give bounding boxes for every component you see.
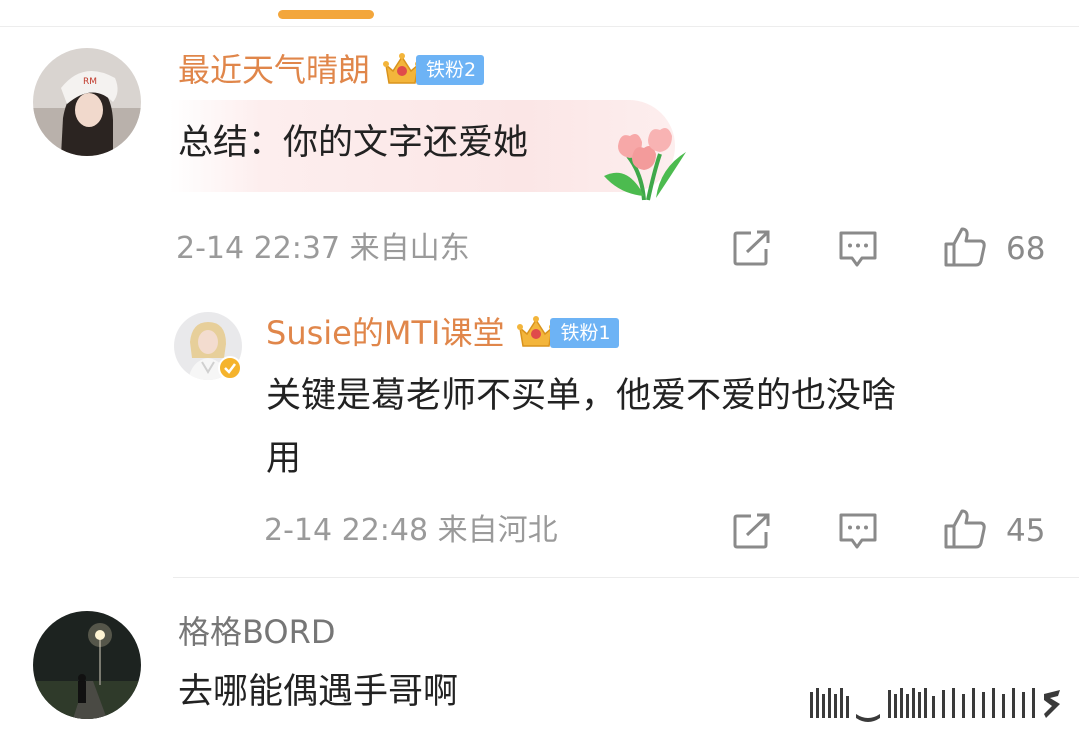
comment-text-line-1: 关键是葛老师不买单，他爱不爱的也没啥 — [266, 376, 897, 416]
avatar-user-3[interactable] — [33, 611, 141, 719]
fan-badge-label: 铁粉1 — [550, 318, 619, 348]
comment-text-line-2: 用 — [266, 439, 302, 479]
tulip-sticker-icon — [604, 128, 686, 201]
svg-text:RM: RM — [83, 77, 97, 87]
active-tab-indicator — [278, 10, 374, 19]
comment-3-header: 格格BORD — [178, 612, 335, 652]
fan-badge-label: 铁粉2 — [416, 55, 485, 85]
comment-meta: 2-14 22:37 来自山东 — [176, 231, 470, 266]
comment-1-header: 最近天气晴朗 铁粉2 — [178, 50, 485, 90]
username[interactable]: 格格BORD — [178, 612, 335, 652]
share-icon[interactable] — [733, 513, 771, 549]
comment-2-header: Susie的MTI课堂 铁粉1 — [266, 313, 619, 353]
comment-text: 去哪能偶遇手哥啊 — [178, 672, 459, 712]
fan-badge[interactable]: 铁粉2 — [382, 51, 485, 89]
watermark-icon — [810, 688, 1060, 722]
like-icon[interactable] — [943, 226, 987, 268]
comment-text: 总结：你的文字还爱她 — [178, 123, 529, 163]
like-icon[interactable] — [943, 508, 987, 550]
username[interactable]: Susie的MTI课堂 — [266, 313, 504, 353]
comment-icon[interactable] — [838, 512, 878, 550]
comment-meta: 2-14 22:48 来自河北 — [264, 513, 558, 548]
top-divider — [0, 26, 1079, 27]
divider — [173, 577, 1079, 578]
comment-icon[interactable] — [838, 230, 878, 268]
comment-feed: RM 最近天气晴朗 铁粉2 总结：你的文字还爱她 2-14 22:37 来自山东 — [0, 0, 1079, 741]
share-icon[interactable] — [733, 230, 771, 266]
like-count: 45 — [1006, 513, 1046, 549]
verified-badge-icon — [218, 356, 242, 380]
avatar-user-1[interactable]: RM — [33, 48, 141, 156]
fan-badge[interactable]: 铁粉1 — [516, 314, 619, 352]
like-count: 68 — [1006, 231, 1046, 267]
username[interactable]: 最近天气晴朗 — [178, 50, 370, 90]
